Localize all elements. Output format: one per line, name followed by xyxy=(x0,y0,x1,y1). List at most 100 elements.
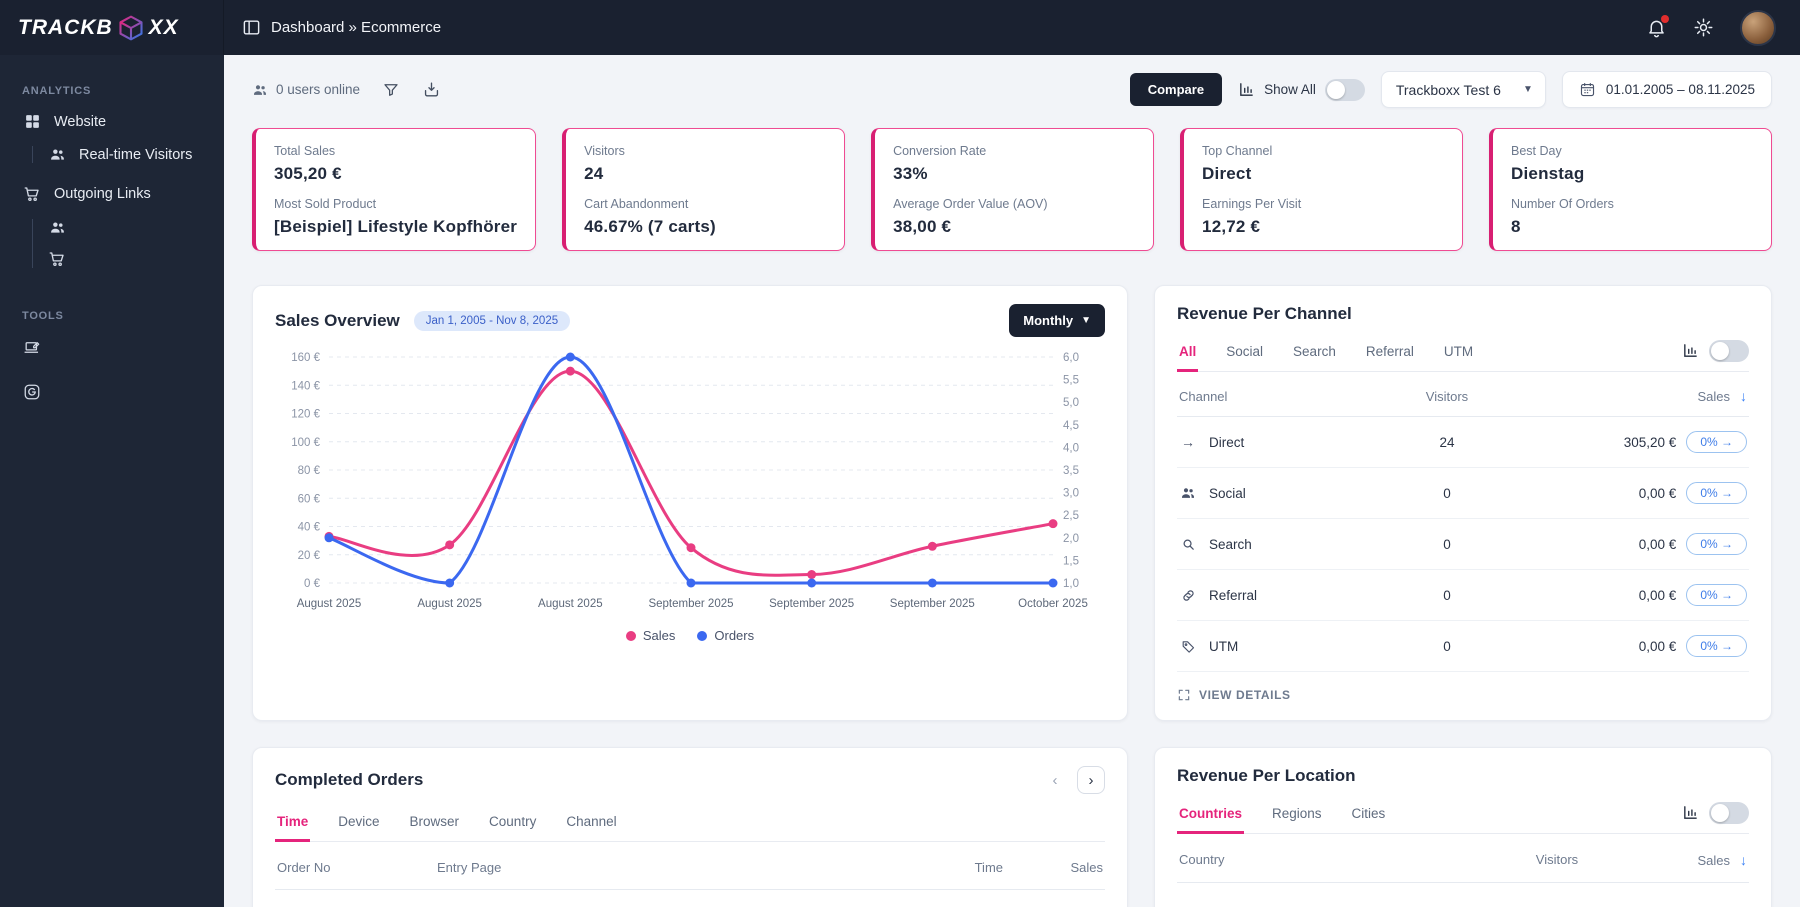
legend-item-sales[interactable]: Sales xyxy=(625,628,676,643)
date-range-picker[interactable]: 01.01.2005 – 08.11.2025 xyxy=(1561,71,1772,108)
filter-icon[interactable] xyxy=(382,81,400,99)
kpi-card-top-channel: Top Channel Direct Earnings Per Visit 12… xyxy=(1180,128,1464,251)
view-details-link[interactable]: VIEW DETAILS xyxy=(1177,672,1749,702)
tab-all[interactable]: All xyxy=(1177,336,1199,372)
svg-text:4,5: 4,5 xyxy=(1063,420,1079,432)
kpi-value: [Beispiel] Lifestyle Kopfhörer xyxy=(274,217,518,236)
page-title-revenue-per-channel: Revenue Per Channel xyxy=(1177,304,1352,323)
legend-dot xyxy=(625,630,636,641)
legend-label: Sales xyxy=(642,628,676,643)
tab-regions[interactable]: Regions xyxy=(1270,798,1324,834)
sales-orders-chart[interactable]: 160 € 140 € 120 € 100 € 80 € 60 € 40 € 20 € 0 € 6… xyxy=(275,345,1103,617)
prev-page-button[interactable]: ‹ xyxy=(1041,766,1069,794)
download-icon[interactable] xyxy=(422,80,441,99)
grid-icon xyxy=(22,113,42,130)
location-tabs: Countries Regions Cities xyxy=(1177,798,1749,834)
location-table-header: Country Visitors Sales ↓ xyxy=(1177,834,1749,883)
table-row-utm[interactable]: UTM 0 0,00 €0% → xyxy=(1177,621,1749,672)
kpi-card-best-day: Best Day Dienstag Number Of Orders 8 xyxy=(1489,128,1772,251)
link-icon xyxy=(1179,588,1197,603)
percent-badge[interactable]: 0% → xyxy=(1686,533,1747,555)
page-title-sales-overview: Sales Overview xyxy=(275,310,400,330)
breadcrumb-text: Dashboard » Ecommerce xyxy=(271,19,442,36)
show-all-toggle[interactable] xyxy=(1324,78,1365,101)
tab-browser[interactable]: Browser xyxy=(408,806,462,842)
percent-badge[interactable]: 0% → xyxy=(1686,584,1747,606)
channel-tabs: All Social Search Referral UTM xyxy=(1177,336,1749,372)
avatar[interactable] xyxy=(1740,9,1776,46)
sidebar-item-cart-abandonment[interactable] xyxy=(47,250,224,268)
percent-badge[interactable]: 0% → xyxy=(1686,635,1747,657)
svg-text:1,0: 1,0 xyxy=(1063,578,1079,590)
sidebar-item-website[interactable]: Website xyxy=(22,113,224,130)
brand-logo[interactable]: TRACKB XX xyxy=(0,0,224,55)
bell-icon[interactable] xyxy=(1646,15,1669,38)
table-row-social[interactable]: Social 0 0,00 €0% → xyxy=(1177,468,1749,519)
sidebar-item-ecommerce-realtime-visitors[interactable] xyxy=(47,219,224,236)
svg-text:0 €: 0 € xyxy=(304,578,321,590)
sidebar-item-outgoing-links[interactable] xyxy=(22,338,224,357)
svg-text:August 2025: August 2025 xyxy=(297,598,362,610)
chevron-down-icon: ▼ xyxy=(1081,315,1091,326)
sidebar-item-website-realtime-visitors[interactable]: Real-time Visitors xyxy=(47,146,224,163)
bar-chart-icon xyxy=(1238,81,1255,98)
sidebar-item-ecommerce[interactable]: Outgoing Links xyxy=(22,185,224,203)
channel-chart-toggle[interactable] xyxy=(1709,339,1749,362)
gear-icon[interactable] xyxy=(1693,17,1714,38)
svg-text:5,0: 5,0 xyxy=(1063,397,1079,409)
channel-table-header: Channel Visitors Sales ↓ xyxy=(1177,372,1749,417)
table-row-search[interactable]: Search 0 0,00 €0% → xyxy=(1177,519,1749,570)
sidebar-section-analytics: ANALYTICS xyxy=(22,85,92,97)
cart-icon xyxy=(22,185,42,203)
tab-cities[interactable]: Cities xyxy=(1350,798,1388,834)
interval-select-button[interactable]: Monthly ▼ xyxy=(1009,304,1105,337)
kpi-value: 46.67% (7 carts) xyxy=(584,217,716,236)
expand-icon xyxy=(1177,688,1191,702)
svg-text:140 €: 140 € xyxy=(291,380,320,392)
svg-text:September 2025: September 2025 xyxy=(890,598,975,610)
svg-text:September 2025: September 2025 xyxy=(648,598,733,610)
kpi-cards-row: Total Sales 305,20 € Most Sold Product [… xyxy=(252,128,1772,251)
legend-item-orders[interactable]: Orders xyxy=(697,628,754,643)
percent-badge[interactable]: 0% → xyxy=(1686,482,1747,504)
sidebar-item-label: Outgoing Links xyxy=(54,186,151,202)
svg-text:August 2025: August 2025 xyxy=(538,598,603,610)
percent-badge[interactable]: 0% → xyxy=(1686,431,1747,453)
table-row-direct[interactable]: → Direct 24 305,20 €0% → xyxy=(1177,417,1749,468)
sort-desc-icon[interactable]: ↓ xyxy=(1740,852,1747,868)
tab-social[interactable]: Social xyxy=(1224,336,1265,372)
tab-search[interactable]: Search xyxy=(1291,336,1338,372)
kpi-value: Direct xyxy=(1202,164,1252,183)
next-page-button[interactable]: › xyxy=(1077,766,1105,794)
kpi-value: 38,00 € xyxy=(893,217,952,236)
arrow-right-icon: → xyxy=(1181,434,1195,450)
svg-text:20 €: 20 € xyxy=(298,550,321,562)
tab-referral[interactable]: Referral xyxy=(1364,336,1416,372)
sales-overview-panel: Sales Overview Jan 1, 2005 - Nov 8, 2025… xyxy=(252,285,1128,721)
outgoing-links-icon xyxy=(22,338,42,357)
sort-desc-icon[interactable]: ↓ xyxy=(1740,388,1747,404)
kpi-label: Total Sales xyxy=(274,144,336,158)
sidebar-item-google-console[interactable] xyxy=(22,383,224,401)
kpi-label: Conversion Rate xyxy=(893,144,987,158)
bar-chart-icon xyxy=(1682,342,1699,359)
project-select[interactable]: Trackboxx Test 6 ▼ xyxy=(1380,71,1546,108)
top-header: TRACKB XX Dashboard » Ecommerce xyxy=(0,0,1800,55)
location-chart-toggle[interactable] xyxy=(1709,801,1749,824)
tab-device[interactable]: Device xyxy=(336,806,381,842)
kpi-value: 12,72 € xyxy=(1202,217,1261,236)
tab-channel[interactable]: Channel xyxy=(564,806,618,842)
search-icon xyxy=(1179,537,1197,552)
sidebar-item-label: Real-time Visitors xyxy=(79,146,193,163)
kpi-value: 33% xyxy=(893,164,928,183)
tab-utm[interactable]: UTM xyxy=(1442,336,1475,372)
table-row-referral[interactable]: Referral 0 0,00 €0% → xyxy=(1177,570,1749,621)
kpi-value: 8 xyxy=(1511,217,1521,236)
cart-icon xyxy=(47,250,67,268)
tab-country[interactable]: Country xyxy=(487,806,538,842)
tab-time[interactable]: Time xyxy=(275,806,311,842)
tab-countries[interactable]: Countries xyxy=(1177,798,1245,834)
compare-button[interactable]: Compare xyxy=(1129,73,1223,106)
kpi-label: Visitors xyxy=(584,144,625,158)
sidebar-toggle-icon[interactable] xyxy=(242,18,261,37)
